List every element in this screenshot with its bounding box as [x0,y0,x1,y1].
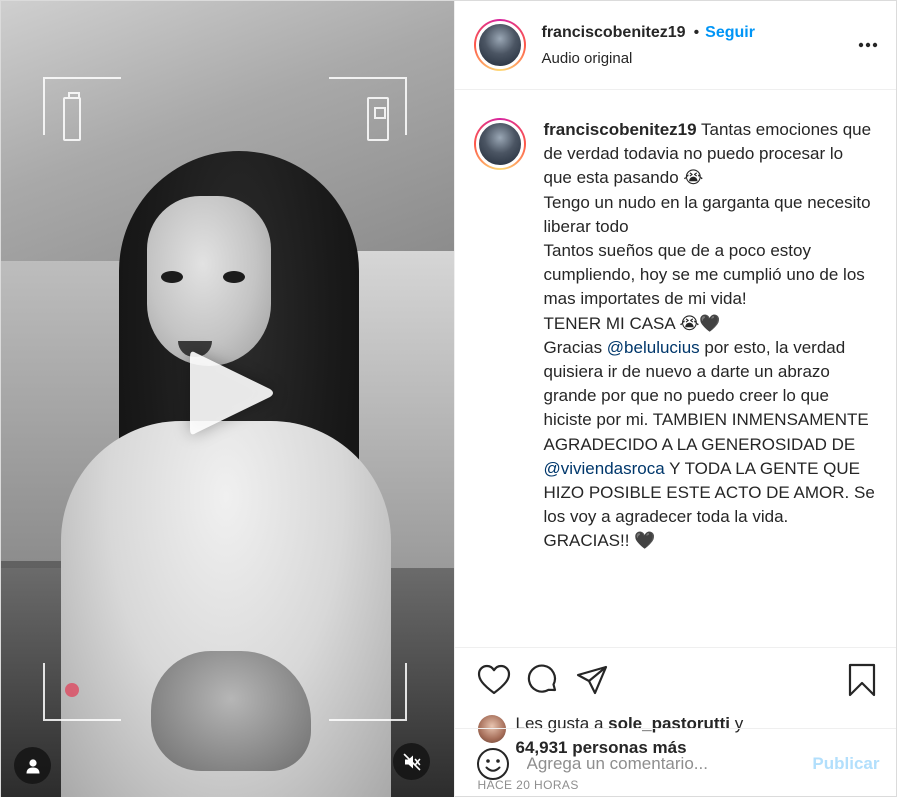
caption-line: Tengo un nudo en la garganta que necesit… [543,192,871,236]
avatar-image [475,21,524,69]
caption-paragraph: franciscobenitez19 Tantas emociones que … [544,118,877,191]
header-info: franciscobenitez19 • Seguir Audio origin… [542,24,857,67]
caption-thanks-prefix: Gracias [543,337,607,357]
more-options-icon[interactable] [856,42,880,48]
video-person-eye [161,271,183,283]
caption-avatar[interactable] [473,118,526,170]
post-header: franciscobenitez19 • Seguir Audio origin… [454,1,896,90]
header-separator: • [693,23,700,41]
memory-card-icon [367,97,389,141]
caption-paragraph: Gracias @belulucius por esto, la verdad … [544,336,877,554]
caption-text: franciscobenitez19 Tantas emociones que … [544,118,877,647]
record-dot-icon [65,683,79,697]
caption-line: Tantos sueños que de a poco estoy cumpli… [543,241,865,309]
mention-link[interactable]: @belulucius [607,338,700,357]
camera-frame-corner [43,663,121,721]
post-details-panel: franciscobenitez19 • Seguir Audio origin… [453,1,897,797]
follow-button[interactable]: Seguir [705,24,755,42]
avatar[interactable] [473,19,526,71]
camera-frame-corner [43,77,121,135]
play-icon[interactable] [186,347,276,439]
emoji-icon[interactable] [476,747,510,781]
publish-button[interactable]: Publicar [812,754,879,774]
instagram-post: franciscobenitez19 • Seguir Audio origin… [0,0,897,797]
heart-icon[interactable] [476,662,513,699]
action-bar [455,648,897,712]
send-icon[interactable] [574,662,611,699]
muted-speaker-icon[interactable] [393,743,430,780]
header-row: franciscobenitez19 • Seguir [542,24,857,42]
caption-section: franciscobenitez19 Tantas emociones que … [454,90,896,648]
video-player[interactable] [1,1,454,797]
video-person-hand [151,651,311,771]
battery-icon [63,92,81,141]
mention-link[interactable]: @viviendasroca [544,459,665,478]
caption-line: TENER MI CASA 😭🖤 [543,313,721,333]
caption-username[interactable]: franciscobenitez19 [544,120,697,139]
comment-form: Publicar [454,728,896,797]
video-person-eye [223,271,245,283]
camera-frame-corner [329,663,407,721]
comment-input[interactable] [526,753,805,774]
avatar-image [475,120,524,168]
user-icon[interactable] [14,747,51,784]
comment-icon[interactable] [525,662,562,699]
header-username[interactable]: franciscobenitez19 [542,24,686,42]
bookmark-icon[interactable] [843,662,880,699]
audio-label[interactable]: Audio original [542,50,857,67]
